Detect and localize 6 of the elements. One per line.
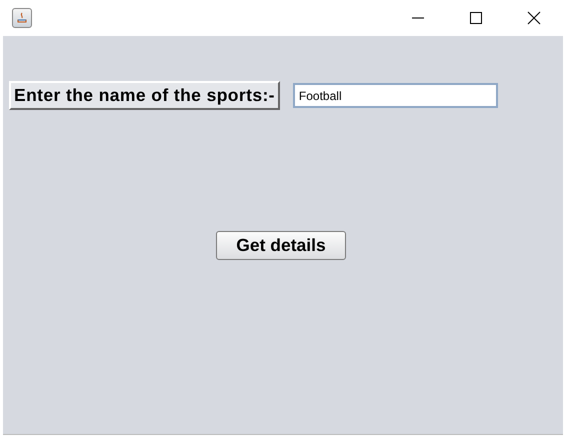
sports-name-field[interactable]: Football xyxy=(292,83,498,108)
sports-name-label: Enter the name of the sports:- xyxy=(9,81,280,110)
maximize-icon[interactable] xyxy=(469,11,483,25)
app-icon xyxy=(12,8,32,28)
close-icon[interactable] xyxy=(527,11,541,25)
get-details-button[interactable]: Get details xyxy=(216,231,346,260)
